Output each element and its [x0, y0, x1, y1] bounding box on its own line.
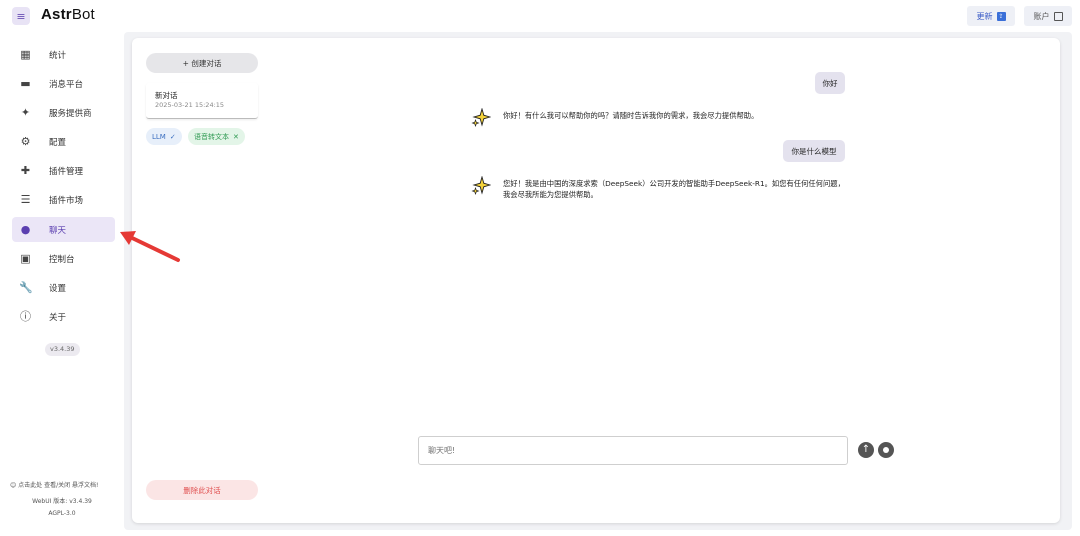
sidebar-item-label: 控制台	[49, 255, 75, 265]
license-label: AGPL-3.0	[48, 510, 76, 517]
sidebar-item-store[interactable]: ☰ 插件市场	[12, 187, 115, 212]
sparkle-icon: ✦	[20, 106, 31, 119]
wrench-icon: 🔧	[19, 281, 33, 294]
webui-version: WebUI 版本: v3.4.39	[32, 498, 92, 505]
bot-message: 您好！我是由中国的深度求索（DeepSeek）公司开发的智能助手DeepSeek…	[503, 179, 845, 199]
top-bar: ≡ AstrBot 更新 ⇪ 账户	[0, 0, 1080, 32]
sidebar-item-chat[interactable]: ● 聊天	[12, 217, 115, 242]
annotation-arrow-icon	[120, 231, 180, 262]
account-label: 账户	[1033, 11, 1050, 21]
new-chat-button[interactable]: + 创建对话	[146, 53, 258, 73]
update-label: 更新	[976, 11, 993, 21]
chat-icon: ●	[20, 223, 31, 236]
account-icon	[1053, 11, 1063, 21]
bot-sparkle-icon	[471, 176, 491, 196]
sidebar-item-dashboard[interactable]: ▦ 统计	[12, 42, 115, 67]
llm-chip[interactable]: LLM ✓	[146, 128, 182, 145]
sidebar-item-terminal[interactable]: ▣ 控制台	[12, 246, 115, 271]
message-icon: ▬	[20, 77, 31, 90]
llm-chip-label: LLM	[152, 132, 166, 141]
sidebar-item-label: 关于	[49, 313, 67, 323]
sidebar-item-sparkle[interactable]: ✦ 服务提供商	[12, 100, 115, 125]
tts-chip-label: 语音转文本	[194, 132, 229, 141]
sidebar-item-label: 配置	[49, 138, 67, 148]
user-message: 你是什么模型	[783, 140, 845, 162]
sidebar-item-wrench[interactable]: 🔧 设置	[12, 275, 115, 300]
bot-message: 你好！有什么我可以帮助你的吗？请随时告诉我你的需求，我会尽力提供帮助。	[503, 111, 759, 120]
hamburger-icon: ≡	[16, 9, 26, 23]
dashboard-icon: ▦	[20, 48, 31, 61]
menu-toggle-button[interactable]: ≡	[12, 7, 30, 25]
account-button[interactable]: 账户	[1024, 6, 1072, 26]
puzzle-icon: ✚	[20, 164, 31, 177]
sidebar-item-gear[interactable]: ⚙ 配置	[12, 129, 115, 154]
sidebar-item-label: 设置	[49, 284, 67, 294]
version-badge: v3.4.39	[45, 343, 80, 356]
update-icon: ⇪	[996, 11, 1006, 21]
sidebar-item-label: 统计	[49, 51, 67, 61]
sidebar-item-label: 聊天	[49, 226, 67, 236]
info-icon: ⓘ	[20, 310, 31, 323]
sidebar-item-label: 服务提供商	[49, 109, 92, 119]
sidebar-item-label: 插件管理	[49, 167, 84, 177]
sidebar-item-label: 消息平台	[49, 80, 84, 90]
sidebar-item-info[interactable]: ⓘ 关于	[12, 304, 115, 329]
conversation-title: 新对话	[155, 91, 178, 100]
terminal-icon: ▣	[20, 252, 31, 265]
delete-conversation-button[interactable]: 删除此对话	[146, 480, 258, 500]
chat-input[interactable]	[418, 436, 848, 465]
app-root: ≡ AstrBot 更新 ⇪ 账户 ▦ 统计 ▬ 消息平台 ✦ 服务提供商 ⚙ 配置 ✚ 插件管理…	[0, 0, 1080, 536]
conversation-time: 2025-03-21 15:24:15	[155, 101, 225, 109]
tts-chip[interactable]: 语音转文本 ✕	[188, 128, 245, 145]
user-message: 你好	[815, 72, 845, 94]
sidebar-item-label: 插件市场	[49, 196, 84, 206]
conversation-item[interactable]: 新对话 2025-03-21 15:24:15	[146, 83, 258, 119]
bot-sparkle-icon	[471, 108, 491, 128]
arrow-up-icon: ↑	[861, 444, 871, 455]
close-icon[interactable]: ✕	[233, 133, 239, 141]
sidebar-item-puzzle[interactable]: ✚ 插件管理	[12, 158, 115, 183]
record-button[interactable]	[878, 442, 894, 458]
docs-toggle-hint[interactable]: 😊 点击此处 查看/关闭 悬浮文档!	[10, 480, 134, 489]
store-icon: ☰	[20, 193, 31, 206]
brand-logo: AstrBot	[41, 6, 95, 23]
check-icon: ✓	[169, 132, 176, 141]
update-button[interactable]: 更新 ⇪	[967, 6, 1015, 26]
gear-icon: ⚙	[20, 135, 31, 148]
sidebar: ▦ 统计 ▬ 消息平台 ✦ 服务提供商 ⚙ 配置 ✚ 插件管理 ☰ 插件市场 ● 聊天 ▣ 控制台 🔧 设置 ⓘ 关于…	[0, 32, 124, 536]
send-button[interactable]: ↑	[858, 442, 874, 458]
sidebar-item-message[interactable]: ▬ 消息平台	[12, 71, 115, 96]
